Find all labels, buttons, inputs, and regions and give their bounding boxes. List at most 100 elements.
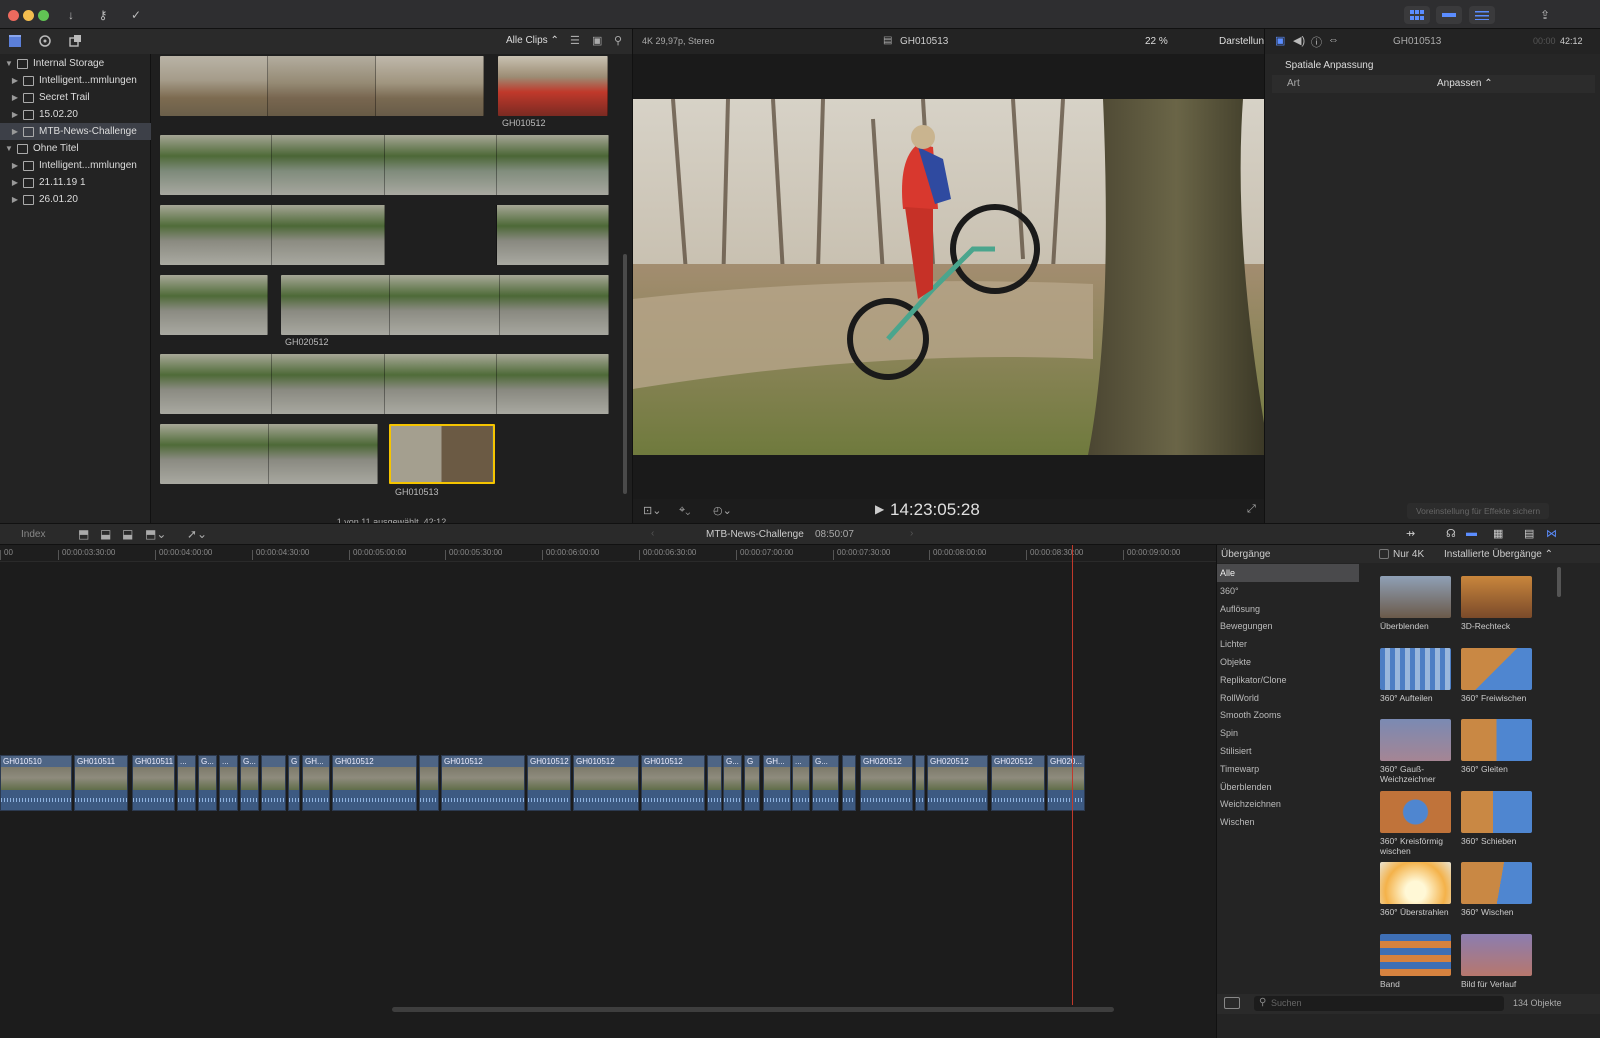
timeline-clip[interactable] [419,755,439,811]
timeline[interactable]: GH010510 GH010511 GH010511... G...... G... G G… [0,562,1216,1038]
timeline-clip[interactable]: ... [792,755,810,811]
browser-scrollbar[interactable] [623,254,627,494]
playhead[interactable] [1072,545,1073,1005]
timeline-clip[interactable]: G... [723,755,742,811]
category-item[interactable]: Überblenden [1217,778,1359,796]
view-dropdown[interactable]: Darstellung [1219,36,1270,47]
zoom-window-button[interactable] [38,10,49,21]
clip-filter-dropdown[interactable]: Alle Clips ⌃ [506,35,559,46]
disclosure-triangle-icon[interactable]: ▼ [3,144,15,153]
timeline-clip[interactable]: GH010511 [74,755,128,811]
timeline-view-toggle[interactable] [1436,6,1462,24]
sidebar-toggle-icon[interactable] [1224,997,1240,1009]
snapping-icon[interactable]: ▦ [1493,527,1503,540]
transition-item[interactable]: 360° Gauß-Weichzeichner [1380,719,1454,784]
transition-item[interactable]: 3D-Rechteck [1461,576,1535,631]
info-icon[interactable]: ⓘ [1311,34,1322,50]
titles-generators-icon[interactable] [68,34,82,48]
timeline-clip[interactable]: GH010512 [332,755,417,811]
browser-clip[interactable] [160,56,484,116]
transition-item[interactable]: 360° Freiwischen [1461,647,1535,703]
share-icon[interactable]: ⇪ [1532,5,1558,24]
transition-inspector-icon[interactable]: ⇔ [1328,34,1339,46]
timeline-clip[interactable]: GH020... [1047,755,1085,811]
overwrite-clip-icon[interactable]: ⬒⌄ [145,527,166,541]
sidebar-item[interactable]: ▶ 15.02.20 [0,106,151,123]
browser-clip[interactable] [160,275,268,335]
index-button[interactable]: Index [21,529,45,540]
search-field[interactable]: ⚲ Suchen [1254,996,1504,1011]
transition-item[interactable]: 360° Überstrahlen [1380,862,1454,917]
timeline-clip[interactable]: G... [812,755,839,811]
browser-clip[interactable] [281,275,609,335]
disclosure-triangle-icon[interactable]: ▶ [9,76,21,85]
sidebar-item[interactable]: ▶ 26.01.20 [0,191,151,208]
disclosure-triangle-icon[interactable]: ▼ [3,59,15,68]
timeline-clip[interactable]: ... [219,755,238,811]
library-view-toggle[interactable] [1404,6,1430,24]
timeline-clip[interactable]: GH020512 [927,755,988,811]
disclosure-triangle-icon[interactable]: ▶ [9,178,21,187]
timeline-ruler[interactable]: 00 00:00:03:30:00 00:00:04:00:00 00:00:04:3… [0,545,1216,562]
list-view-icon[interactable]: ☰ [570,34,580,47]
clip-appearance-icon[interactable]: ▣ [592,34,602,47]
append-clip-icon[interactable]: ⬓ [122,527,133,541]
browser-clip[interactable] [160,205,609,265]
category-item[interactable]: Timewarp [1217,760,1359,778]
browser-clip[interactable] [498,56,608,116]
connect-clip-icon[interactable]: ⬒ [78,527,89,541]
category-item[interactable]: Weichzeichnen [1217,795,1359,813]
only-4k-checkbox[interactable] [1379,549,1389,559]
timeline-clip[interactable] [707,755,722,811]
category-item[interactable]: Wischen [1217,813,1359,831]
category-item[interactable]: Smooth Zooms [1217,706,1359,724]
close-window-button[interactable] [8,10,19,21]
transition-item[interactable]: Band [1380,933,1454,989]
transition-item[interactable]: 360° Aufteilen [1380,647,1454,703]
disclosure-triangle-icon[interactable]: ▶ [9,195,21,204]
photos-audio-icon[interactable] [38,34,52,48]
insert-clip-icon[interactable]: ⬓ [100,527,111,541]
clip-appearance-icon[interactable]: ▤ [1524,527,1534,540]
timeline-clip[interactable] [842,755,856,811]
timeline-clip[interactable]: ... [177,755,196,811]
sidebar-item[interactable]: ▶ 21.11.19 1 [0,174,151,191]
transition-item[interactable]: Überblenden [1380,576,1454,631]
category-item[interactable]: 360° [1217,582,1359,600]
timeline-clip[interactable]: GH010512 [641,755,705,811]
category-item[interactable]: Objekte [1217,653,1359,671]
transition-item[interactable]: 360° Wischen [1461,862,1535,917]
minimize-window-button[interactable] [23,10,34,21]
browser-clip[interactable] [160,135,609,195]
timeline-clip[interactable]: G... [240,755,259,811]
transition-item[interactable]: 360° Gleiten [1461,719,1535,774]
disclosure-triangle-icon[interactable]: ▶ [9,110,21,119]
timeline-clip[interactable]: GH... [302,755,330,811]
audio-skimming-icon[interactable]: ☊ [1446,527,1456,540]
sidebar-item[interactable]: ▼ Ohne Titel [0,140,151,157]
sidebar-item[interactable]: ▶ Intelligent...mmlungen [0,157,151,174]
audio-inspector-icon[interactable]: ◀) [1293,34,1305,47]
sidebar-item[interactable]: ▼ Internal Storage [0,55,151,72]
disclosure-triangle-icon[interactable]: ▶ [9,161,21,170]
search-icon[interactable]: ⚲ [614,34,622,47]
video-inspector-icon[interactable]: ▣ [1275,34,1285,47]
timeline-clip[interactable]: GH010512 [441,755,525,811]
installed-transitions-dropdown[interactable]: Installierte Übergänge ⌃ [1444,549,1553,560]
view-options-icon[interactable]: ⊡⌄ [643,504,661,517]
zoom-dropdown[interactable]: 22 % [1145,36,1168,47]
category-item[interactable]: Lichter [1217,635,1359,653]
transitions-browser-icon[interactable]: ⋈ [1546,527,1557,540]
timecode-display[interactable]: 14:23:05:28 [890,500,980,520]
category-item[interactable]: RollWorld [1217,689,1359,707]
skimming-icon[interactable]: ⇸ [1406,527,1415,540]
forward-icon[interactable]: › [910,528,913,539]
timeline-clip[interactable]: GH020512 [991,755,1045,811]
type-dropdown[interactable]: Anpassen ⌃ [1437,78,1493,89]
background-tasks-icon[interactable]: ✓ [123,5,149,24]
timeline-clip[interactable] [261,755,286,811]
timeline-clip[interactable]: GH010511 [132,755,175,811]
sidebar-item[interactable]: ▶ Secret Trail [0,89,151,106]
sidebar-item[interactable]: ▶ MTB-News-Challenge [0,123,151,140]
play-icon[interactable]: ▶ [875,502,884,516]
